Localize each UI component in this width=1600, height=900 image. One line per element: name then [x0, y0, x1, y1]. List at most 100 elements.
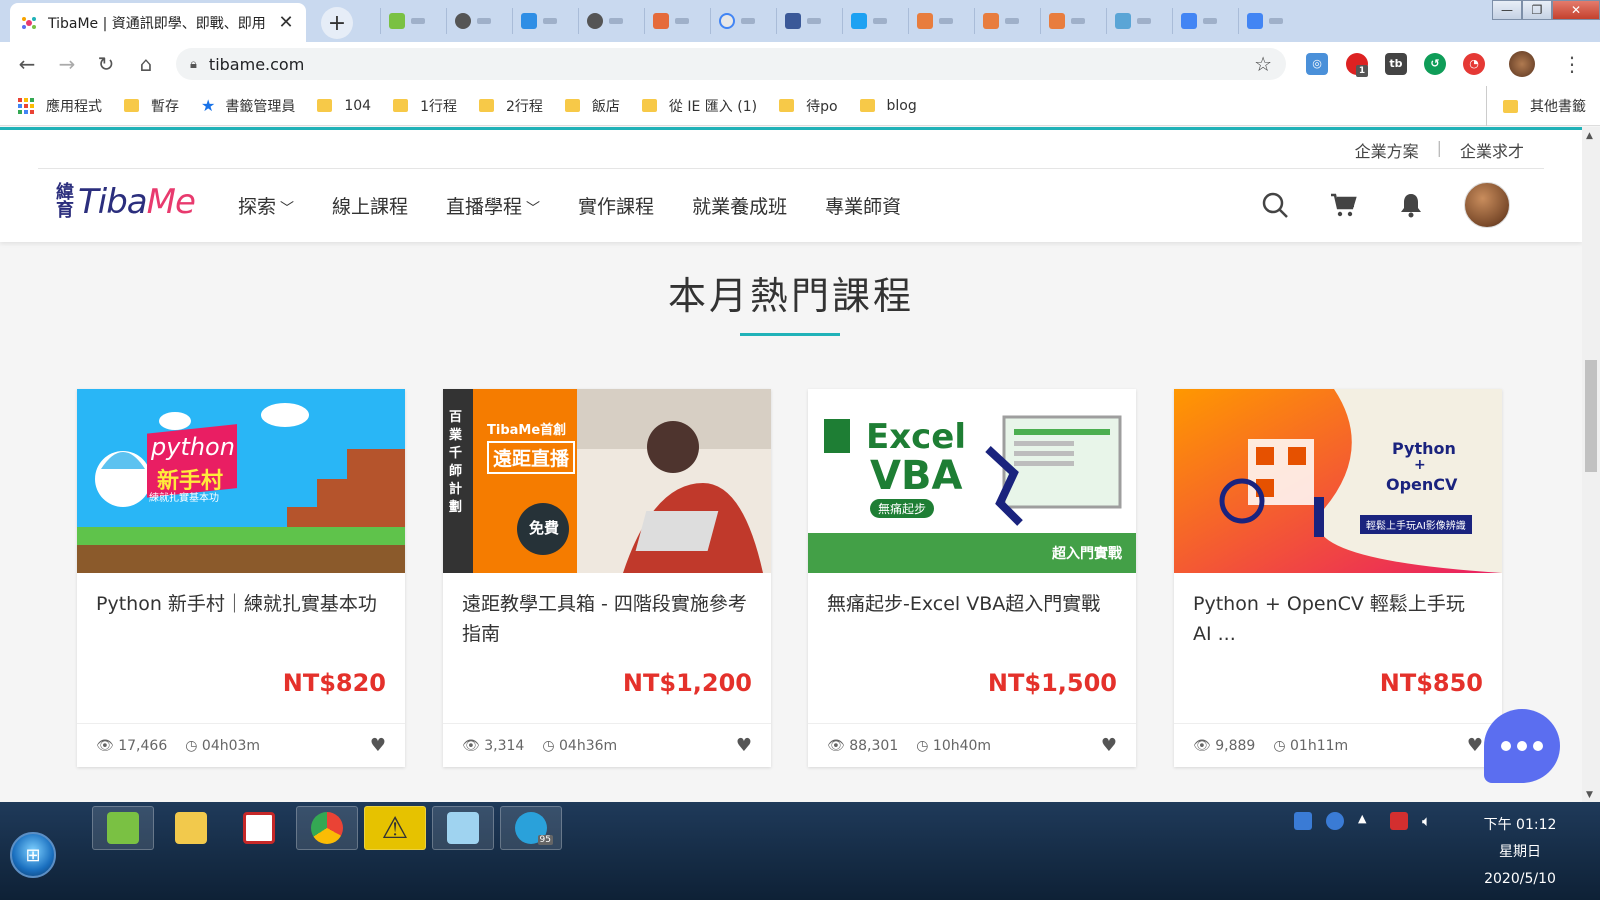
- adblock-extension-icon[interactable]: 1: [1346, 53, 1368, 77]
- search-icon[interactable]: [1260, 190, 1290, 220]
- nav-practical-courses[interactable]: 實作課程: [578, 192, 654, 219]
- background-tab[interactable]: [380, 8, 436, 34]
- cart-icon[interactable]: [1328, 190, 1358, 220]
- page-scrollbar[interactable]: ▲ ▼: [1582, 127, 1600, 802]
- taskbar-app[interactable]: [432, 806, 494, 850]
- course-card[interactable]: Python + OpenCV 輕鬆上手玩AI影像辨識 Python + Ope…: [1174, 389, 1502, 767]
- system-clock[interactable]: 下午 01:12 星期日 2020/5/10: [1470, 812, 1570, 893]
- enterprise-hiring-link[interactable]: 企業求才: [1460, 138, 1524, 162]
- adobe-icon[interactable]: [1390, 812, 1408, 830]
- window-close-icon[interactable]: ✕: [1552, 0, 1600, 20]
- reload-icon[interactable]: ↻: [94, 52, 118, 76]
- active-tab[interactable]: TibaMe | 資通訊即學、即戰、即用 ✕: [10, 3, 306, 42]
- main-navigation: 探索 ﹀ 線上課程 直播學程 ﹀ 實作課程 就業養成班 專業師資: [238, 192, 939, 219]
- back-arrow-icon[interactable]: ←: [15, 52, 39, 76]
- taskbar-warning-app[interactable]: ⚠: [364, 806, 426, 850]
- course-title[interactable]: 無痛起步-Excel VBA超入門實戰: [827, 589, 1119, 619]
- background-tab[interactable]: [578, 8, 634, 34]
- new-tab-button[interactable]: +: [321, 7, 353, 39]
- taskbar-app[interactable]: [228, 806, 290, 850]
- chat-button[interactable]: [1484, 709, 1560, 783]
- start-button[interactable]: ⊞: [10, 832, 56, 878]
- address-bar[interactable]: 🔒︎ tibame.com ☆: [176, 48, 1286, 80]
- course-title[interactable]: 遠距教學工具箱 - 四階段實施參考指南: [462, 589, 754, 649]
- background-tab[interactable]: [512, 8, 568, 34]
- background-tab[interactable]: [1238, 8, 1294, 34]
- nav-instructors[interactable]: 專業師資: [825, 192, 901, 219]
- taskbar-chrome[interactable]: [296, 806, 358, 850]
- course-card[interactable]: Excel VBA 無痛起步 超入門實戰 無痛起步-Excel VBA超入門實戰…: [808, 389, 1136, 767]
- header-actions: [1260, 182, 1510, 228]
- tibame-logo[interactable]: 緯 育 TibaMe: [56, 182, 196, 222]
- help-icon[interactable]: [1326, 812, 1344, 830]
- scrollbar-thumb[interactable]: [1585, 360, 1597, 472]
- heart-icon[interactable]: ♥: [1101, 735, 1117, 756]
- volume-icon[interactable]: 🔈︎: [1422, 812, 1440, 830]
- bell-icon[interactable]: [1396, 190, 1426, 220]
- enterprise-plan-link[interactable]: 企業方案: [1355, 138, 1419, 162]
- bookmark-label: 104: [344, 97, 372, 114]
- background-tab[interactable]: [974, 8, 1030, 34]
- bookmark-folder[interactable]: 104: [317, 98, 371, 114]
- minimize-icon[interactable]: —: [1492, 0, 1522, 20]
- ime-icon[interactable]: [1294, 812, 1312, 830]
- user-avatar[interactable]: [1464, 182, 1510, 228]
- course-card[interactable]: python 新手村 練就扎實基本功 Python 新手村｜練就扎實基本功 NT…: [77, 389, 405, 767]
- background-tab[interactable]: [776, 8, 832, 34]
- nav-live-programs[interactable]: 直播學程 ﹀: [446, 192, 540, 219]
- bookmark-folder[interactable]: 2行程: [479, 96, 543, 116]
- home-icon[interactable]: ⌂: [134, 52, 158, 76]
- extension-icon[interactable]: ↺: [1424, 53, 1446, 75]
- scroll-up-icon[interactable]: ▲: [1586, 131, 1593, 141]
- course-title[interactable]: Python + OpenCV 輕鬆上手玩 AI ...: [1193, 589, 1485, 649]
- course-price: NT$820: [282, 669, 386, 697]
- bookmark-folder[interactable]: blog: [859, 98, 917, 114]
- taskbar-explorer[interactable]: [160, 806, 222, 850]
- background-tab[interactable]: [1106, 8, 1162, 34]
- title-underline: [740, 333, 840, 336]
- tab-close-icon[interactable]: ✕: [276, 12, 296, 33]
- background-tab[interactable]: [1040, 8, 1096, 34]
- nav-career-training[interactable]: 就業養成班: [692, 192, 787, 219]
- thumb-side-text: 百業千師計劃: [449, 410, 463, 515]
- bookmark-folder[interactable]: 從 IE 匯入 (1): [641, 96, 757, 116]
- nav-online-courses[interactable]: 線上課程: [332, 192, 408, 219]
- folder-icon: [641, 99, 657, 112]
- bookmark-folder[interactable]: 1行程: [393, 96, 457, 116]
- url-text[interactable]: tibame.com: [209, 55, 1254, 74]
- background-tab[interactable]: [1172, 8, 1228, 34]
- taskbar-telegram[interactable]: 95: [500, 806, 562, 850]
- nav-explore[interactable]: 探索 ﹀: [238, 192, 294, 219]
- extension-icon[interactable]: tb: [1385, 53, 1407, 75]
- tray-expand-icon[interactable]: ▲: [1358, 812, 1376, 830]
- bookmark-folder[interactable]: 待po: [779, 96, 838, 116]
- extension-icon[interactable]: ◔: [1463, 53, 1485, 75]
- profile-avatar[interactable]: [1509, 51, 1535, 77]
- chat-dot-icon: [1501, 741, 1511, 751]
- background-tab[interactable]: [908, 8, 964, 34]
- menu-dots-icon[interactable]: ⋮: [1560, 52, 1584, 76]
- restore-icon[interactable]: ❐: [1522, 0, 1552, 20]
- views-count: 👁︎ 3,314: [462, 737, 525, 754]
- heart-icon[interactable]: ♥: [736, 735, 752, 756]
- background-tab[interactable]: [842, 8, 898, 34]
- heart-icon[interactable]: ♥: [1467, 735, 1483, 756]
- extension-icon[interactable]: ◎: [1306, 53, 1328, 75]
- extension-badge: 1: [1356, 65, 1368, 77]
- scroll-down-icon[interactable]: ▼: [1586, 790, 1593, 800]
- bookmark-folder[interactable]: 飯店: [564, 96, 620, 116]
- bookmark-apps[interactable]: 應用程式: [18, 96, 102, 116]
- other-bookmarks[interactable]: 其他書籤: [1486, 86, 1586, 126]
- background-tab[interactable]: [446, 8, 502, 34]
- course-price: NT$1,200: [622, 669, 752, 697]
- course-card[interactable]: 百業千師計劃 TibaMe首創 遠距直播 免費 遠距教學工具箱 - 四階段實施參…: [443, 389, 771, 767]
- background-tab[interactable]: [710, 8, 766, 34]
- bookmark-manager[interactable]: ★ 書籤管理員: [201, 96, 295, 116]
- bookmark-star-icon[interactable]: ☆: [1254, 52, 1272, 76]
- heart-icon[interactable]: ♥: [370, 735, 386, 756]
- forward-arrow-icon[interactable]: →: [55, 52, 79, 76]
- bookmark-folder[interactable]: 暫存: [124, 96, 179, 116]
- course-title[interactable]: Python 新手村｜練就扎實基本功: [96, 589, 388, 619]
- background-tab[interactable]: [644, 8, 700, 34]
- taskbar-evernote[interactable]: [92, 806, 154, 850]
